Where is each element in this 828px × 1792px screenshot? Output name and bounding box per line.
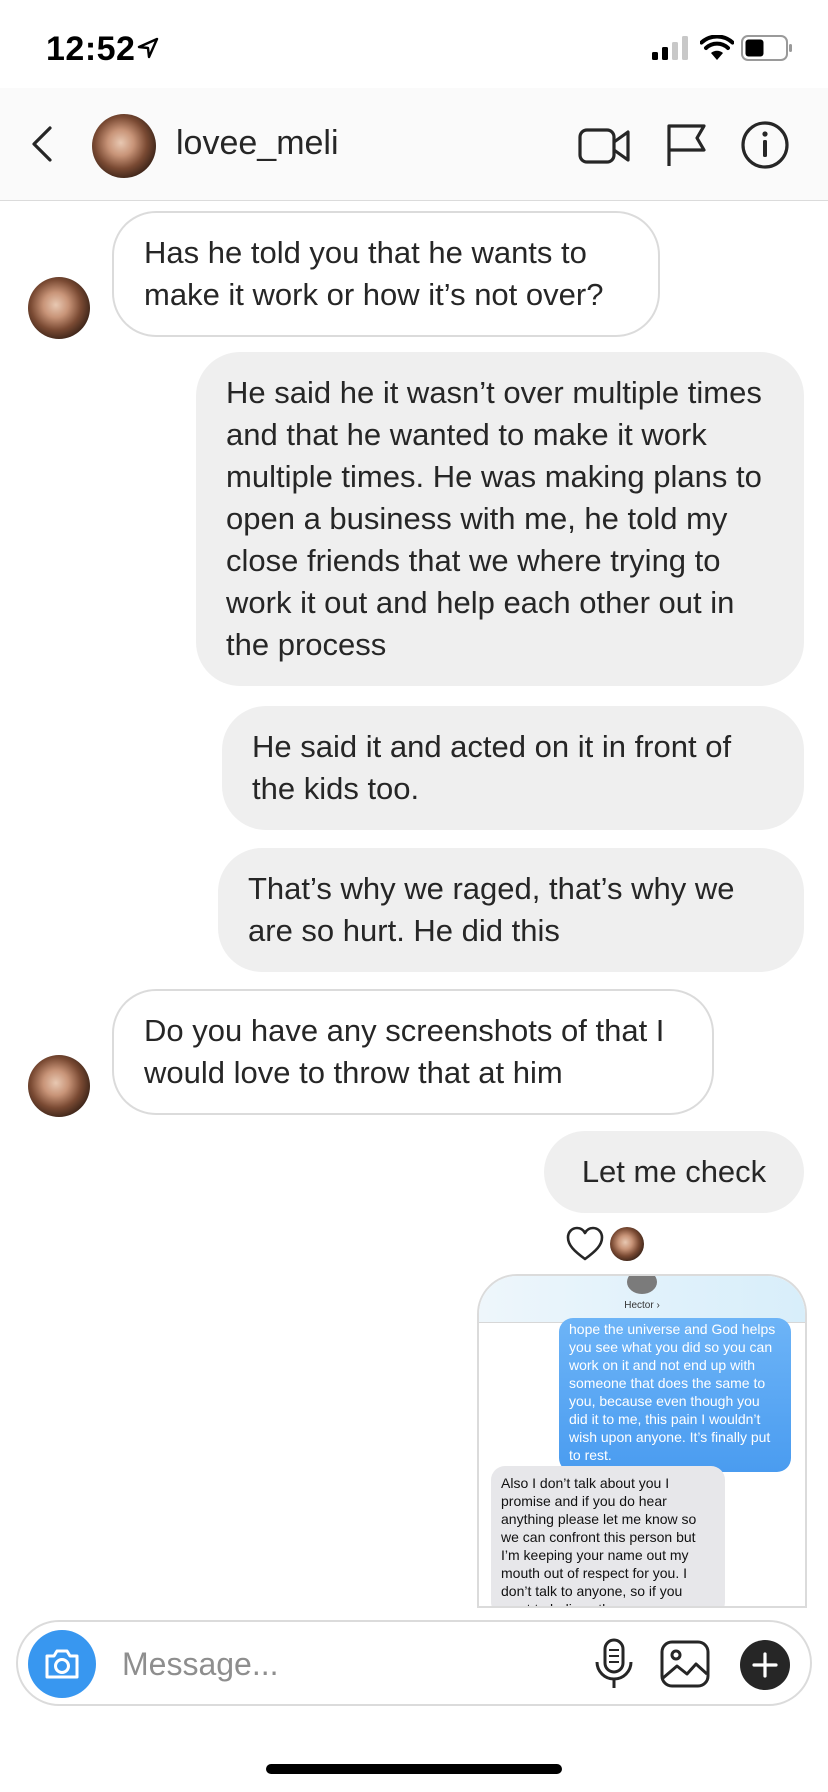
battery-icon bbox=[741, 35, 792, 61]
received-message-bubble[interactable]: Do you have any screenshots of that I wo… bbox=[112, 989, 714, 1115]
contact-username[interactable]: lovee_meli bbox=[176, 124, 339, 163]
screenshot-header: Hector › bbox=[479, 1276, 805, 1323]
status-time: 12:52 bbox=[46, 30, 136, 68]
screenshot-sent-bubble: hope the universe and God helps you see … bbox=[559, 1318, 791, 1472]
screenshot-contact-avatar bbox=[627, 1276, 657, 1294]
screenshot-contact-name: Hector › bbox=[624, 1300, 660, 1311]
camera-icon bbox=[45, 1649, 79, 1679]
location-arrow-icon bbox=[137, 37, 159, 59]
more-button[interactable] bbox=[740, 1640, 790, 1690]
chevron-left-icon[interactable] bbox=[22, 122, 66, 166]
screenshot-received-bubble: Also I don’t talk about you I promise an… bbox=[491, 1466, 725, 1606]
cellular-signal-icon bbox=[652, 36, 688, 60]
received-message-bubble[interactable]: Has he told you that he wants to make it… bbox=[112, 211, 660, 337]
video-camera-icon[interactable] bbox=[578, 124, 630, 168]
info-icon[interactable] bbox=[740, 120, 790, 170]
message-composer bbox=[16, 1620, 812, 1706]
wifi-icon bbox=[700, 35, 734, 60]
sent-message-bubble[interactable]: That’s why we raged, that’s why we are s… bbox=[218, 848, 804, 972]
message-input[interactable] bbox=[120, 1640, 504, 1688]
microphone-icon[interactable] bbox=[592, 1638, 636, 1690]
sender-avatar[interactable] bbox=[28, 1055, 90, 1117]
image-icon[interactable] bbox=[660, 1640, 710, 1688]
flag-icon[interactable] bbox=[664, 122, 708, 168]
camera-button[interactable] bbox=[28, 1630, 96, 1698]
plus-icon bbox=[752, 1652, 778, 1678]
seen-by-avatar bbox=[610, 1227, 644, 1261]
sender-avatar[interactable] bbox=[28, 277, 90, 339]
home-indicator[interactable] bbox=[266, 1764, 562, 1774]
heart-icon[interactable] bbox=[566, 1226, 604, 1262]
shared-screenshot[interactable]: Hector › hope the universe and God helps… bbox=[477, 1274, 807, 1608]
sent-message-bubble[interactable]: He said it and acted on it in front of t… bbox=[222, 706, 804, 830]
contact-avatar[interactable] bbox=[92, 114, 156, 178]
sent-message-bubble[interactable]: Let me check bbox=[544, 1131, 804, 1213]
chat-header: lovee_meli bbox=[0, 88, 828, 201]
sent-message-bubble[interactable]: He said he it wasn’t over multiple times… bbox=[196, 352, 804, 686]
